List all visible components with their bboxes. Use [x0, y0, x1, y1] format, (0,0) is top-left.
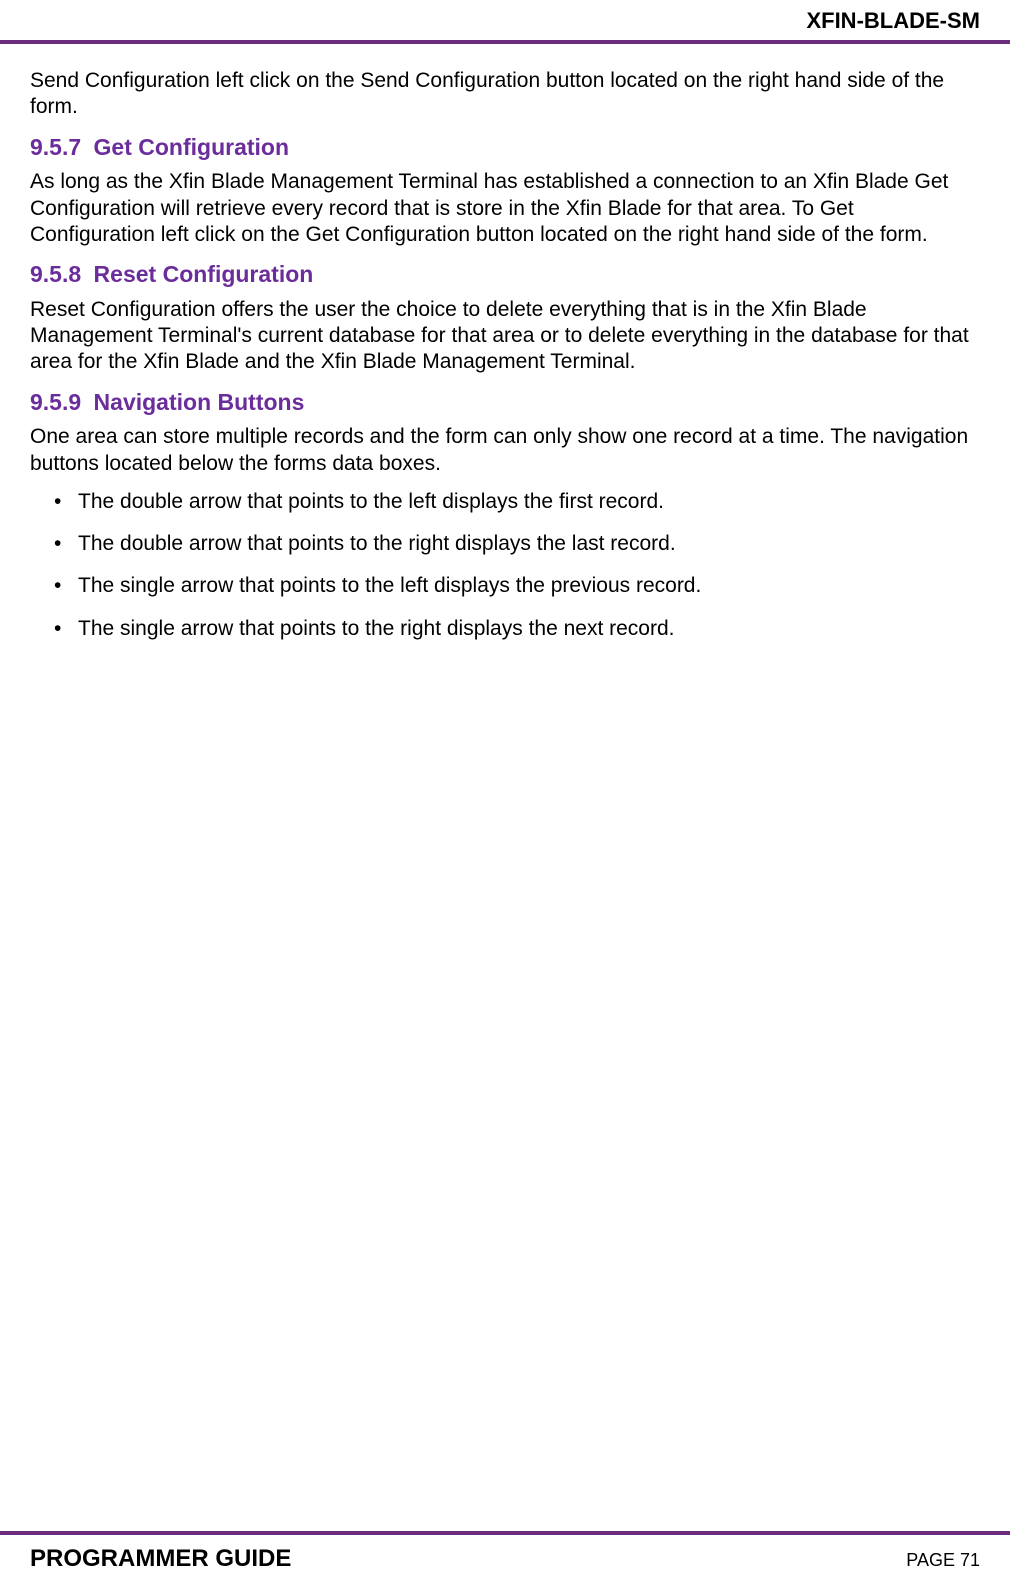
page: XFIN-BLADE-SM Send Configuration left cl…	[0, 0, 1010, 1593]
header-title: XFIN-BLADE-SM	[806, 8, 980, 33]
footer-page-number: PAGE 71	[906, 1550, 980, 1571]
list-item: The double arrow that points to the righ…	[78, 531, 980, 557]
page-footer: PROGRAMMER GUIDE PAGE 71	[0, 1531, 1010, 1593]
section-959-para: One area can store multiple records and …	[30, 424, 980, 477]
section-heading-958: 9.5.8 Reset Configuration	[30, 260, 980, 289]
section-958-para: Reset Configuration offers the user the …	[30, 297, 980, 376]
section-title: Get Configuration	[94, 134, 289, 160]
page-content: Send Configuration left click on the Sen…	[0, 44, 1010, 1531]
section-number: 9.5.9	[30, 389, 81, 415]
section-title: Navigation Buttons	[94, 389, 305, 415]
section-title: Reset Configuration	[94, 261, 314, 287]
section-heading-957: 9.5.7 Get Configuration	[30, 133, 980, 162]
section-957-para: As long as the Xfin Blade Management Ter…	[30, 169, 980, 248]
page-header: XFIN-BLADE-SM	[0, 0, 1010, 44]
list-item: The double arrow that points to the left…	[78, 489, 980, 515]
footer-guide-label: PROGRAMMER GUIDE	[30, 1545, 291, 1573]
section-number: 9.5.7	[30, 134, 81, 160]
section-number: 9.5.8	[30, 261, 81, 287]
intro-paragraph: Send Configuration left click on the Sen…	[30, 68, 980, 121]
list-item: The single arrow that points to the righ…	[78, 616, 980, 642]
navigation-bullet-list: The double arrow that points to the left…	[30, 489, 980, 642]
list-item: The single arrow that points to the left…	[78, 573, 980, 599]
section-heading-959: 9.5.9 Navigation Buttons	[30, 388, 980, 417]
